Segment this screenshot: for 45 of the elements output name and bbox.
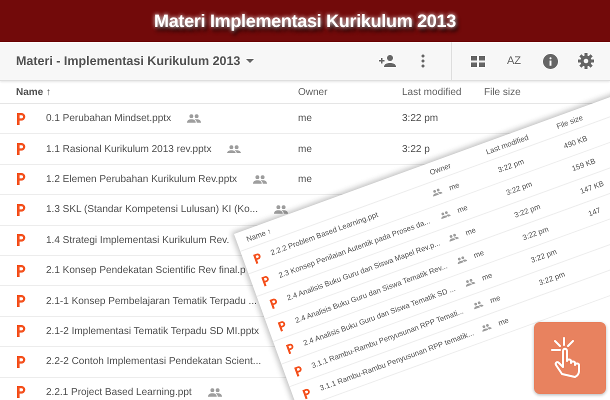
presentation-file-icon xyxy=(16,325,26,338)
size-column-header[interactable]: File size xyxy=(484,86,521,98)
file-name[interactable]: 1.4 Strategi Implementasi Kurikulum Rev. xyxy=(46,234,230,246)
modified-column-header[interactable]: Last modified xyxy=(402,86,462,98)
file-name[interactable]: 2.1-1 Konsep Pembelajaran Tematik Terpadu ... xyxy=(46,296,257,307)
presentation-file-icon xyxy=(16,234,26,246)
file-name[interactable]: 1.2 Elemen Perubahan Kurikulum Rev.pptx xyxy=(46,174,238,185)
owner-cell-text: me xyxy=(298,144,313,155)
presentation-file-icon xyxy=(16,386,26,398)
presentation-file-icon xyxy=(260,274,272,286)
file-name[interactable]: 0.1 Perubahan Mindset.pptx xyxy=(46,113,172,124)
caret-icon xyxy=(246,59,254,63)
file-name[interactable]: 2.1 Konsep Pendekatan Scientific Rev final.p xyxy=(46,265,246,276)
presentation-file-icon xyxy=(284,342,296,354)
presentation-file-icon xyxy=(252,252,264,264)
presentation-file-icon xyxy=(276,319,288,332)
vertical-dots-icon xyxy=(421,54,425,68)
owner-cell-text: me xyxy=(298,113,313,124)
modified-cell-text: 3:22 p xyxy=(402,144,431,155)
add-person-icon xyxy=(378,55,396,67)
file-name[interactable]: 1.3 SKL (Standar Kompetensi Lulusan) KI (Ko... xyxy=(46,204,258,216)
file-name[interactable]: 2.1-2 Implementasi Tematik Terpadu SD MI.pptx xyxy=(46,326,260,337)
file-name[interactable]: 2.2.1 Project Based Learning.ppt xyxy=(46,386,192,398)
folder-title-dropdown[interactable]: Materi - Implementasi Kurikulum 2013 xyxy=(16,54,254,68)
presentation-file-icon xyxy=(16,295,26,308)
grid-icon xyxy=(471,56,485,66)
banner-title: Materi Implementasi Kurikulum 2013 xyxy=(154,10,456,32)
name-column-header[interactable]: Name ↑ xyxy=(16,86,52,98)
presentation-file-icon xyxy=(16,356,26,368)
owner-column-header[interactable]: Owner xyxy=(298,86,328,98)
modified-cell-text: 3:22 pm xyxy=(402,113,440,124)
settings-icon xyxy=(578,53,594,69)
presentation-file-icon xyxy=(16,112,26,125)
sort-button[interactable]: AZ xyxy=(496,42,532,80)
presentation-file-icon xyxy=(301,387,312,400)
info-icon xyxy=(542,54,558,68)
presentation-file-icon xyxy=(16,204,26,216)
presentation-file-icon xyxy=(16,143,26,156)
file-name[interactable]: 1.1 Rasional Kurikulum 2013 rev.pptx xyxy=(46,144,212,155)
presentation-file-icon xyxy=(268,296,280,310)
owner-cell-text: me xyxy=(298,174,313,185)
presentation-file-icon xyxy=(293,364,304,377)
presentation-file-icon xyxy=(16,173,26,186)
file-name[interactable]: 2.2-2 Contoh Implementasi Pendekatan Scient... xyxy=(46,356,262,368)
presentation-file-icon xyxy=(16,264,26,277)
